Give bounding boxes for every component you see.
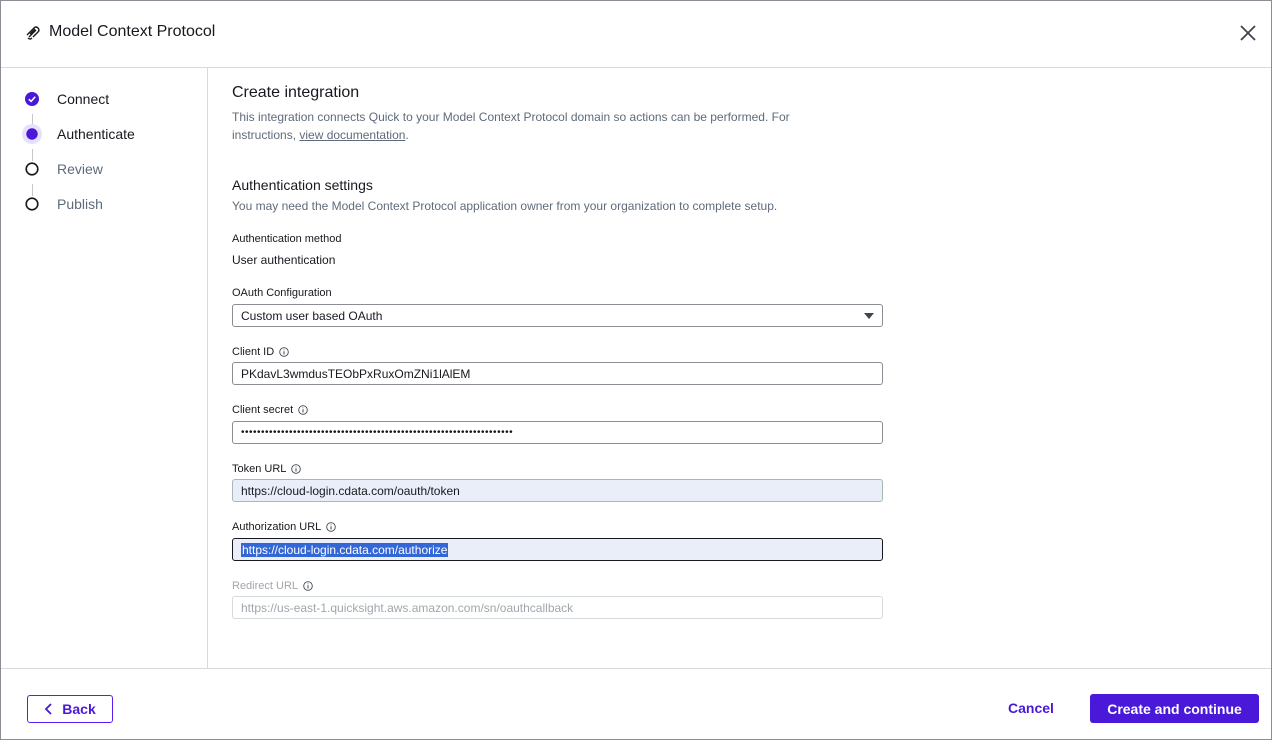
step-label: Connect bbox=[57, 91, 110, 107]
documentation-link[interactable]: view documentation bbox=[299, 128, 405, 142]
step-authenticate[interactable]: Authenticate bbox=[22, 124, 175, 144]
token-url-input[interactable]: https://cloud-login.cdata.com/oauth/toke… bbox=[232, 479, 883, 502]
modal-header: Model Context Protocol bbox=[1, 1, 1271, 68]
modal-footer: Back Cancel Create and continue bbox=[1, 668, 1271, 740]
pending-step-icon bbox=[25, 162, 39, 176]
redirect-url-label: Redirect URL bbox=[232, 580, 313, 592]
step-publish: Publish bbox=[25, 194, 175, 214]
auth-method-value: User authentication bbox=[232, 253, 336, 267]
oauth-config-select[interactable]: Custom user based OAuth bbox=[232, 304, 883, 327]
back-button[interactable]: Back bbox=[27, 695, 113, 723]
page-title: Create integration bbox=[232, 84, 360, 101]
back-label: Back bbox=[62, 701, 96, 717]
authorization-url-label: Authorization URL bbox=[232, 521, 337, 533]
create-and-continue-button[interactable]: Create and continue bbox=[1090, 694, 1259, 723]
client-id-input[interactable]: PKdavL3wmdusTEObPxRuxOmZNi1lAlEM bbox=[232, 362, 883, 385]
step-label: Review bbox=[57, 161, 103, 177]
modal-dialog: Model Context Protocol Connect Authentic… bbox=[0, 0, 1272, 740]
check-icon bbox=[25, 92, 39, 106]
auth-method-label: Authentication method bbox=[232, 233, 342, 245]
modal-title: Model Context Protocol bbox=[49, 23, 216, 40]
pending-step-icon bbox=[25, 197, 39, 211]
chevron-left-icon bbox=[44, 703, 52, 715]
description-suffix: . bbox=[405, 128, 409, 142]
client-secret-label: Client secret bbox=[232, 404, 308, 416]
step-label: Authenticate bbox=[57, 126, 135, 142]
close-icon[interactable] bbox=[1238, 23, 1258, 43]
oauth-config-label: OAuth Configuration bbox=[232, 287, 332, 299]
step-label: Publish bbox=[57, 196, 103, 212]
client-id-label: Client ID bbox=[232, 346, 289, 358]
client-secret-input[interactable]: ••••••••••••••••••••••••••••••••••••••••… bbox=[232, 421, 883, 444]
redirect-url-input: https://us-east-1.quicksight.aws.amazon.… bbox=[232, 596, 883, 619]
cancel-button[interactable]: Cancel bbox=[1008, 700, 1054, 716]
oauth-config-selected: Custom user based OAuth bbox=[241, 308, 383, 323]
mcp-logo-icon bbox=[26, 26, 40, 40]
current-step-icon bbox=[22, 124, 42, 144]
token-url-label: Token URL bbox=[232, 463, 302, 475]
info-icon[interactable] bbox=[303, 581, 313, 591]
info-icon[interactable] bbox=[279, 347, 289, 357]
section-title: Authentication settings bbox=[232, 177, 373, 193]
info-icon[interactable] bbox=[291, 464, 302, 474]
authorization-url-input[interactable]: https://cloud-login.cdata.com/authorize bbox=[232, 538, 883, 561]
caret-down-icon bbox=[864, 312, 874, 319]
section-description: You may need the Model Context Protocol … bbox=[232, 199, 778, 213]
info-icon[interactable] bbox=[326, 522, 337, 532]
page-description: This integration connects Quick to your … bbox=[232, 108, 832, 144]
step-review: Review bbox=[25, 159, 175, 179]
info-icon[interactable] bbox=[298, 405, 308, 415]
step-connect[interactable]: Connect bbox=[25, 89, 175, 109]
wizard-steps: Connect Authenticate Review Publish bbox=[1, 68, 208, 668]
selected-text: https://cloud-login.cdata.com/authorize bbox=[241, 542, 449, 557]
